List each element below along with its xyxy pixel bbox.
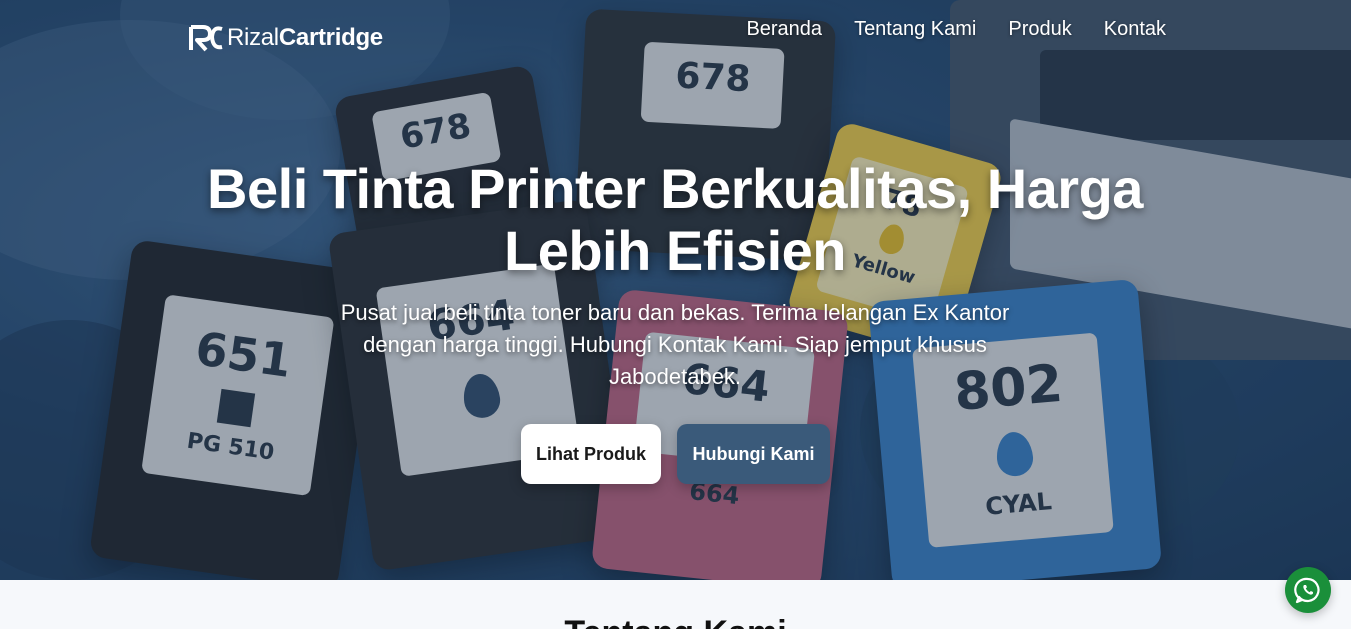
hero-title: Beli Tinta Printer Berkualitas, Harga Le… — [207, 157, 1143, 282]
hero-subtitle: Pusat jual beli tinta toner baru dan bek… — [340, 300, 1010, 389]
view-products-button[interactable]: Lihat Produk — [521, 424, 661, 484]
about-title: Tentang Kami — [0, 614, 1351, 629]
whatsapp-button[interactable] — [1285, 567, 1331, 613]
hero-overlay — [0, 0, 1351, 580]
brand-name-suffix: Cartridge — [278, 24, 383, 51]
about-section: Tentang Kami — [0, 580, 1351, 629]
nav-produk[interactable]: Produk — [1008, 18, 1071, 41]
nav-kontak[interactable]: Kontak — [1104, 18, 1166, 41]
nav-tentang-kami[interactable]: Tentang Kami — [854, 18, 976, 41]
brand-name-prefix: Rizal — [227, 24, 279, 51]
main-nav: Beranda Tentang Kami Produk Kontak — [746, 18, 1166, 41]
whatsapp-icon — [1294, 577, 1320, 604]
hero-section: 678 678 78 Yellow 651 PG 510 664 664 664… — [0, 0, 1351, 580]
nav-beranda[interactable]: Beranda — [746, 18, 822, 41]
brand-name: RizalCartridge — [227, 24, 383, 52]
brand-logo[interactable]: RizalCartridge — [189, 24, 383, 52]
contact-us-button[interactable]: Hubungi Kami — [677, 424, 830, 484]
logo-mark-icon — [189, 25, 223, 52]
